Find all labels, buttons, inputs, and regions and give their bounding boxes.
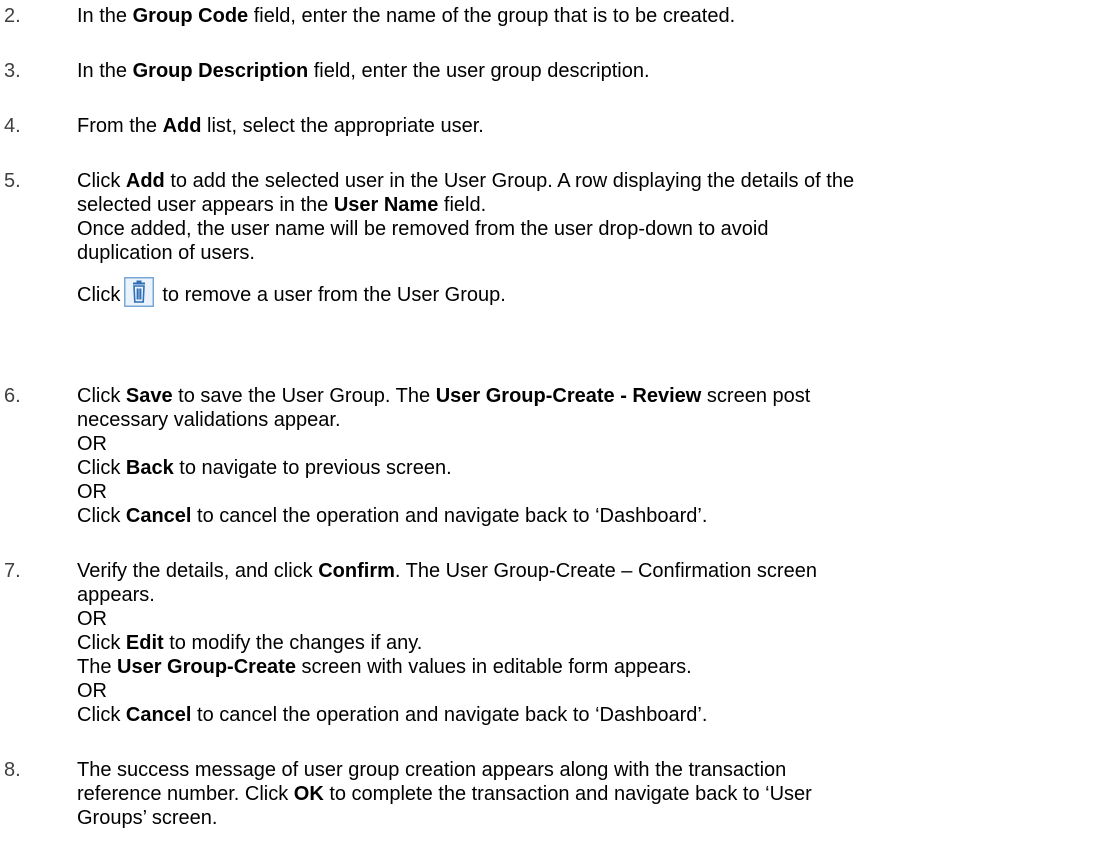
step-number: 8. — [4, 759, 21, 781]
step-line: Click Add to add the selected user in th… — [77, 170, 855, 192]
step-line: Click Cancel to cancel the operation and… — [77, 505, 708, 527]
step-line: Groups’ screen. — [77, 807, 218, 829]
step-number: 5. — [4, 170, 21, 192]
step-line: Once added, the user name will be remove… — [77, 218, 769, 240]
step-line: From the Add list, select the appropriat… — [77, 115, 484, 137]
step-line: Click Save to save the User Group. The U… — [77, 385, 811, 407]
step-number: 2. — [4, 5, 21, 27]
step-line: Verify the details, and click Confirm. T… — [77, 560, 817, 582]
step-number: 6. — [4, 385, 21, 407]
step-line: duplication of users. — [77, 242, 255, 264]
step-line: appears. — [77, 584, 155, 606]
step-line: Click Edit to modify the changes if any. — [77, 632, 423, 654]
step-line: In the Group Description field, enter th… — [77, 60, 650, 82]
step-text: Click Save to save the User Group. The U… — [77, 384, 1117, 528]
step-line: necessary validations appear. — [77, 409, 341, 431]
step-line: The User Group-Create screen with values… — [77, 656, 692, 678]
step-line: In the Group Code field, enter the name … — [77, 5, 736, 27]
trash-icon[interactable] — [124, 277, 155, 307]
step-text: In the Group Description field, enter th… — [77, 59, 1117, 83]
step-line: OR — [77, 481, 107, 503]
step-number: 4. — [4, 115, 21, 137]
step-number: 7. — [4, 560, 21, 582]
step-text: From the Add list, select the appropriat… — [77, 114, 1117, 138]
step-text: The success message of user group creati… — [77, 758, 1117, 830]
step-line: OR — [77, 680, 107, 702]
step-text: Verify the details, and click Confirm. T… — [77, 559, 1117, 727]
step-number: 3. — [4, 60, 21, 82]
step-line: reference number. Click OK to complete t… — [77, 783, 812, 805]
step-text: Click Add to add the selected user in th… — [77, 169, 1117, 307]
step-line: Click Back to navigate to previous scree… — [77, 457, 452, 479]
step-line: Click Cancel to cancel the operation and… — [77, 704, 708, 726]
step-line: OR — [77, 608, 107, 630]
step-line: selected user appears in the User Name f… — [77, 194, 487, 216]
step-line-with-icon: Click to remove a user from the User Grou… — [77, 277, 1117, 307]
step-text: In the Group Code field, enter the name … — [77, 4, 1117, 28]
step-line: OR — [77, 433, 107, 455]
step-line: The success message of user group creati… — [77, 759, 787, 781]
